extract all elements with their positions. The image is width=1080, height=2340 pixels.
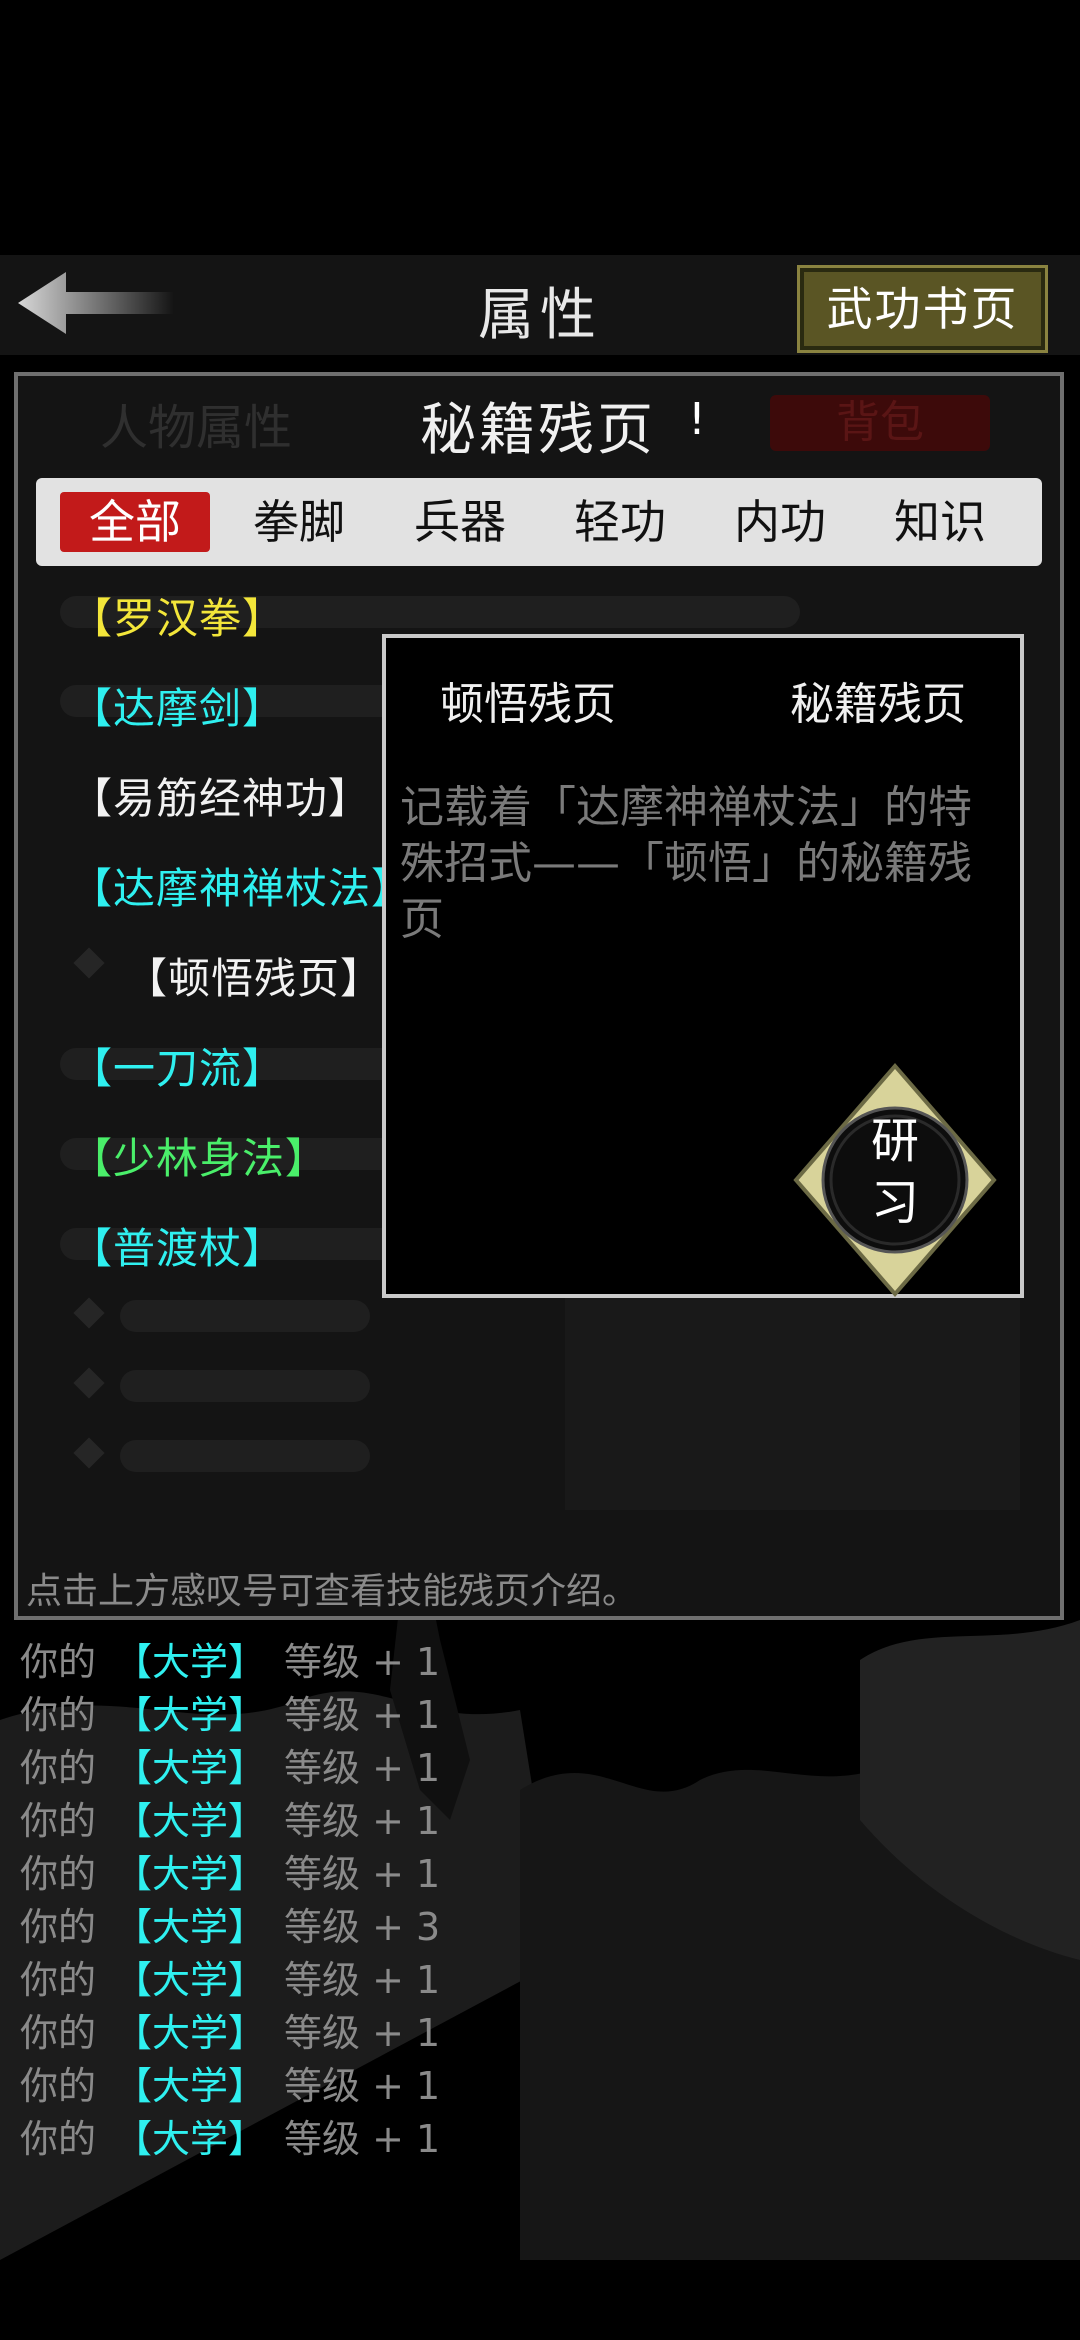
log-level-change: 等级 + 1 (284, 1799, 441, 1843)
log-level-change: 等级 + 1 (284, 2011, 441, 2055)
log-prefix: 你的 (20, 2011, 97, 2055)
study-button-label[interactable]: 研 习 (840, 1110, 950, 1234)
skill-item[interactable]: 【达摩剑】 (70, 675, 285, 736)
log-prefix: 你的 (20, 1799, 97, 1843)
log-level-change: 等级 + 1 (284, 1852, 441, 1896)
log-skill-name: 【大学】 (114, 2011, 267, 2055)
tab-weapon[interactable]: 兵器 (385, 492, 535, 552)
log-line: 你的 【大学】 等级 + 1 (20, 1636, 440, 1688)
skill-sub-item[interactable]: 【顿悟残页】 (125, 945, 383, 1006)
log-skill-name: 【大学】 (114, 1905, 267, 1949)
skill-item[interactable]: 【达摩神禅杖法】 (70, 855, 414, 916)
ghost-bar (120, 1300, 370, 1332)
log-skill-name: 【大学】 (114, 1693, 267, 1737)
skill-item[interactable]: 【少林身法】 (70, 1125, 328, 1186)
log-line: 你的 【大学】 等级 + 1 (20, 1954, 440, 2006)
log-line: 你的 【大学】 等级 + 1 (20, 2060, 440, 2112)
log-prefix: 你的 (20, 2117, 97, 2161)
log-line: 你的 【大学】 等级 + 1 (20, 1742, 440, 1794)
log-prefix: 你的 (20, 1852, 97, 1896)
log-line: 你的 【大学】 等级 + 3 (20, 1901, 440, 1953)
log-skill-name: 【大学】 (114, 2117, 267, 2161)
log-line: 你的 【大学】 等级 + 1 (20, 2113, 440, 2165)
log-skill-name: 【大学】 (114, 1640, 267, 1684)
log-prefix: 你的 (20, 1905, 97, 1949)
ghost-bar (120, 1370, 370, 1402)
bag-tab[interactable]: 背包 (770, 395, 990, 451)
log-skill-name: 【大学】 (114, 1958, 267, 2002)
log-line: 你的 【大学】 等级 + 1 (20, 1848, 440, 1900)
log-level-change: 等级 + 1 (284, 1746, 441, 1790)
log-prefix: 你的 (20, 1958, 97, 2002)
log-prefix: 你的 (20, 1746, 97, 1790)
popup-description: 记载着「达摩神禅杖法」的特殊招式——「顿悟」的秘籍残页 (400, 782, 972, 945)
log-line: 你的 【大学】 等级 + 1 (20, 2007, 440, 2059)
tab-inner[interactable]: 内功 (705, 492, 855, 552)
log-level-change: 等级 + 1 (284, 1693, 441, 1737)
log-line: 你的 【大学】 等级 + 1 (20, 1689, 440, 1741)
wugong-book-button[interactable]: 武功书页 (797, 265, 1048, 353)
skill-item[interactable]: 【普渡杖】 (70, 1215, 285, 1276)
info-exclamation-icon[interactable]: ! (672, 395, 722, 445)
tab-knowledge[interactable]: 知识 (865, 492, 1015, 552)
log-level-change: 等级 + 1 (284, 1958, 441, 2002)
log-prefix: 你的 (20, 1640, 97, 1684)
skill-item[interactable]: 【一刀流】 (70, 1035, 285, 1096)
tab-lightness[interactable]: 轻功 (545, 492, 695, 552)
character-attribute-tab[interactable]: 人物属性 (100, 388, 292, 458)
ghost-bar (120, 1440, 370, 1472)
log-skill-name: 【大学】 (114, 1852, 267, 1896)
popup-fragment-name: 顿悟残页 (440, 679, 616, 730)
log-level-change: 等级 + 3 (284, 1905, 441, 1949)
log-skill-name: 【大学】 (114, 1799, 267, 1843)
hint-text: 点击上方感叹号可查看技能残页介绍。 (26, 1571, 639, 1612)
log-line: 你的 【大学】 等级 + 1 (20, 1795, 440, 1847)
log-skill-name: 【大学】 (114, 1746, 267, 1790)
tab-all[interactable]: 全部 (60, 492, 210, 552)
popup-fragment-type: 秘籍残页 (790, 679, 966, 730)
log-skill-name: 【大学】 (114, 2064, 267, 2108)
log-prefix: 你的 (20, 2064, 97, 2108)
log-level-change: 等级 + 1 (284, 2117, 441, 2161)
log-level-change: 等级 + 1 (284, 1640, 441, 1684)
log-prefix: 你的 (20, 1693, 97, 1737)
log-level-change: 等级 + 1 (284, 2064, 441, 2108)
tab-fist[interactable]: 拳脚 (224, 492, 374, 552)
skill-item[interactable]: 【易筋经神功】 (70, 765, 371, 826)
fragment-title: 秘籍残页 (420, 398, 656, 463)
skill-item[interactable]: 【罗汉拳】 (70, 585, 285, 646)
